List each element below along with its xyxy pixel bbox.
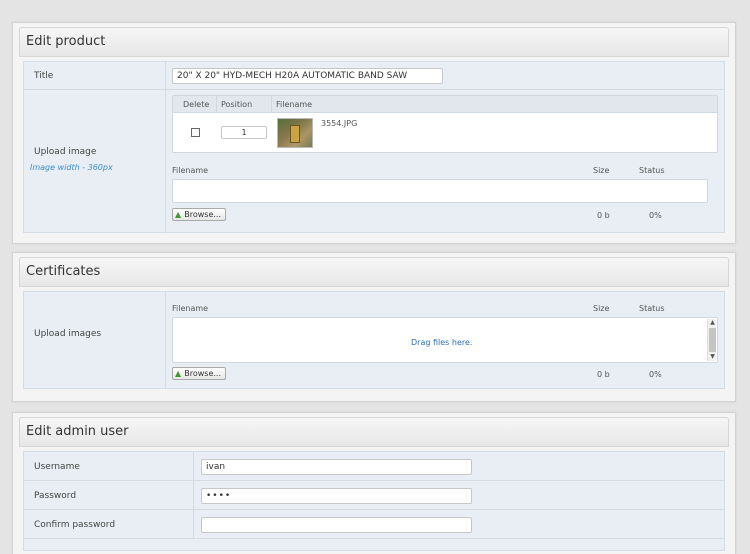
upload-filename-header: Filename bbox=[172, 166, 209, 175]
cert-browse-button[interactable]: ▲ Browse... bbox=[172, 367, 226, 380]
saw-image bbox=[290, 125, 300, 143]
position-header: Position bbox=[221, 100, 253, 109]
edit-admin-user-panel: Edit admin user Username ivan Password •… bbox=[12, 412, 736, 554]
confirm-password-input[interactable] bbox=[201, 517, 472, 533]
image-filename: 3554.JPG bbox=[321, 119, 358, 128]
product-form: Title 20" X 20" HYD-MECH H20A AUTOMATIC … bbox=[23, 61, 725, 233]
certificates-panel: Certificates Upload images Filename Size… bbox=[12, 252, 736, 402]
cert-filename-header: Filename bbox=[172, 304, 209, 313]
password-row: Password •••• bbox=[24, 481, 724, 510]
panel-header: Certificates bbox=[19, 257, 729, 287]
upload-arrow-icon: ▲ bbox=[175, 209, 182, 219]
cert-drop-zone[interactable]: Drag files here. ▲ ▼ bbox=[172, 317, 718, 363]
filename-header: Filename bbox=[276, 100, 313, 109]
drop-zone-scrollbar[interactable]: ▲ ▼ bbox=[707, 319, 716, 361]
upload-image-label-cell: Upload image Image width - 360px bbox=[24, 90, 166, 233]
scroll-down-icon[interactable]: ▼ bbox=[708, 353, 717, 361]
password-label: Password bbox=[34, 491, 77, 501]
upload-file-list[interactable] bbox=[172, 179, 708, 203]
upload-images-label: Upload images bbox=[34, 329, 102, 339]
confirm-password-label: Confirm password bbox=[34, 520, 116, 530]
title-label: Title bbox=[34, 71, 54, 81]
upload-image-label: Upload image bbox=[34, 147, 97, 157]
delete-checkbox[interactable] bbox=[191, 128, 200, 137]
admin-form: Username ivan Password •••• Confirm pass… bbox=[23, 451, 725, 551]
panel-title: Edit product bbox=[26, 34, 106, 49]
browse-button[interactable]: ▲ Browse... bbox=[172, 208, 226, 221]
image-table: Delete Position Filename 1 3554.JPG bbox=[172, 95, 718, 153]
drop-hint: Drag files here. bbox=[411, 338, 473, 347]
upload-images-row: Upload images Filename Size Status Drag … bbox=[24, 292, 724, 388]
panel-title: Certificates bbox=[26, 264, 101, 279]
cert-status-header: Status bbox=[639, 304, 665, 313]
cert-size-header: Size bbox=[593, 304, 610, 313]
certificates-form: Upload images Filename Size Status Drag … bbox=[23, 291, 725, 389]
cert-size-value: 0 b bbox=[597, 370, 610, 379]
cert-browse-label: Browse... bbox=[184, 369, 221, 378]
upload-status-header: Status bbox=[639, 166, 665, 175]
panel-header: Edit product bbox=[19, 27, 729, 57]
title-row: Title 20" X 20" HYD-MECH H20A AUTOMATIC … bbox=[24, 62, 724, 90]
panel-title: Edit admin user bbox=[26, 424, 129, 439]
header-divider bbox=[271, 96, 272, 112]
cert-status-value: 0% bbox=[649, 370, 662, 379]
username-input[interactable]: ivan bbox=[201, 459, 472, 475]
scroll-up-icon[interactable]: ▲ bbox=[708, 319, 717, 327]
password-input[interactable]: •••• bbox=[201, 488, 472, 504]
image-table-header: Delete Position Filename bbox=[173, 96, 717, 113]
delete-header: Delete bbox=[183, 100, 210, 109]
username-row: Username ivan bbox=[24, 452, 724, 481]
upload-size-header: Size bbox=[593, 166, 610, 175]
image-width-hint: Image width - 360px bbox=[30, 163, 113, 172]
title-input[interactable]: 20" X 20" HYD-MECH H20A AUTOMATIC BAND S… bbox=[172, 68, 443, 84]
password-label-cell: Password bbox=[24, 481, 194, 509]
header-divider bbox=[216, 96, 217, 112]
upload-images-label-cell: Upload images bbox=[24, 292, 166, 388]
title-label-cell: Title bbox=[24, 62, 166, 89]
upload-image-row: Upload image Image width - 360px Delete … bbox=[24, 90, 724, 233]
panel-header: Edit admin user bbox=[19, 417, 729, 447]
username-label-cell: Username bbox=[24, 452, 194, 480]
product-image-thumbnail[interactable] bbox=[277, 118, 313, 148]
position-input[interactable]: 1 bbox=[221, 126, 267, 139]
browse-label: Browse... bbox=[184, 210, 221, 219]
confirm-password-label-cell: Confirm password bbox=[24, 510, 194, 538]
scroll-thumb[interactable] bbox=[709, 328, 716, 352]
upload-status-value: 0% bbox=[649, 211, 662, 220]
edit-product-panel: Edit product Title 20" X 20" HYD-MECH H2… bbox=[12, 22, 736, 244]
confirm-password-row: Confirm password bbox=[24, 510, 724, 539]
upload-arrow-icon: ▲ bbox=[175, 368, 182, 378]
username-label: Username bbox=[34, 462, 80, 472]
upload-size-value: 0 b bbox=[597, 211, 610, 220]
